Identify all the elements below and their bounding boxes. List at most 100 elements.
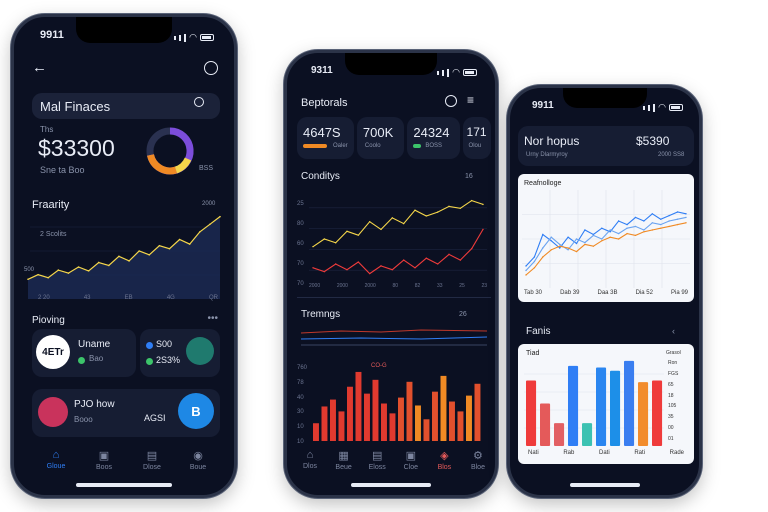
stat-label: BOSS (425, 143, 443, 149)
line-chart-title: Reafnolloge (524, 180, 562, 187)
card3-avatar (38, 397, 68, 427)
data-point (380, 228, 382, 231)
data-point (470, 199, 473, 202)
menu-icon[interactable]: ≡ (467, 93, 474, 107)
clock-icon[interactable] (204, 61, 218, 75)
data-point (459, 259, 462, 261)
x-tick: 33 (436, 283, 443, 289)
line-chart-badge: 16 (465, 173, 473, 180)
x-tick: Rati (634, 450, 645, 456)
data-point (584, 241, 586, 244)
card2-dot-green (146, 358, 153, 365)
x-tick: 2000 (309, 283, 321, 289)
home-indicator (76, 483, 172, 487)
bar (389, 413, 396, 441)
data-point (357, 261, 360, 263)
card2-line2: 2S3% (156, 355, 181, 365)
data-point (651, 229, 654, 231)
data-point (128, 260, 130, 262)
line-chart-title: Conditys (301, 171, 340, 182)
data-point (634, 234, 637, 237)
status-time: 9311 (311, 65, 333, 76)
tab-4[interactable]: ▣ Cloe (396, 449, 426, 471)
bar (372, 379, 379, 441)
data-point (567, 249, 569, 251)
data-point (626, 227, 628, 229)
tab-3[interactable]: ▤ Dlose (134, 449, 170, 471)
stat-card[interactable]: 171 Olou (462, 117, 491, 159)
chevron-right-icon[interactable]: ‹ (672, 326, 675, 336)
trend-lines (301, 329, 487, 346)
header-sub-right: 2000 SS8 (658, 152, 685, 158)
x-tick: Rade (669, 450, 684, 456)
data-point (575, 242, 578, 245)
battery-icon (669, 104, 683, 111)
y-tick: 00 (668, 425, 674, 432)
data-point (533, 256, 536, 258)
x-tick: 2 20 (38, 295, 50, 301)
trends-badge: 26 (459, 311, 467, 318)
data-point (617, 232, 620, 235)
balance-label: Ths (40, 125, 54, 134)
tab-3[interactable]: ▤ Eloss (362, 449, 392, 471)
data-point (676, 218, 679, 220)
bar (526, 380, 537, 446)
data-point (685, 216, 687, 219)
back-arrow-icon[interactable]: ← (32, 59, 47, 76)
card2-dot-blue (146, 342, 153, 349)
line-chart-axis: 25 80 60 70 70 (297, 201, 304, 287)
tab-1[interactable]: ⌂ Dlos (295, 449, 325, 471)
home-icon: ⌂ (306, 449, 314, 461)
data-point (643, 220, 645, 222)
y-tick: 65 (668, 381, 674, 388)
x-tick: QR (208, 295, 218, 301)
wifi-icon: ◠ (452, 67, 460, 77)
ring-label: BSS (199, 165, 214, 172)
stat-card[interactable]: 4647S Oaler (297, 117, 354, 159)
home-icon: ⌂ (52, 449, 60, 461)
tab-2[interactable]: ▣ Boos (86, 449, 122, 471)
data-point (651, 213, 654, 215)
data-point (391, 217, 394, 219)
card2-line1: S00 (156, 339, 173, 349)
data-point (542, 247, 544, 249)
y-tick: 10 (297, 438, 304, 445)
data-point (459, 207, 462, 209)
profile-icon: ◉ (193, 450, 203, 462)
tab-2[interactable]: ▦ Beue (329, 449, 359, 471)
stat-value: 4647S (303, 125, 341, 140)
search-icon[interactable] (194, 97, 204, 107)
tab-1[interactable]: ⌂ Gloue (38, 449, 74, 470)
bar (338, 411, 345, 441)
grid-icon: ▦ (338, 450, 349, 462)
bars-title: Fanis (526, 326, 551, 337)
bar (364, 393, 370, 441)
data-point (525, 265, 527, 267)
bar (540, 403, 551, 446)
card1-sub: Bao (89, 354, 104, 363)
bar-chart-axis: 760 78 40 30 10 10 (297, 365, 307, 445)
data-point (368, 221, 371, 223)
more-icon[interactable]: ••• (207, 313, 218, 324)
x-tick: Pia 99 (670, 290, 688, 296)
data-point (312, 245, 314, 248)
area-fill (28, 216, 220, 299)
tab-label: Blos (437, 464, 452, 471)
balance-value: $33300 (38, 135, 115, 161)
y-tick: 105 (668, 403, 677, 410)
tab-4[interactable]: ◉ Boue (180, 449, 216, 471)
data-point (402, 259, 405, 261)
settings-icon: ⚙ (473, 450, 483, 462)
data-point (660, 218, 662, 220)
data-point (643, 231, 645, 233)
data-point (567, 247, 569, 249)
card1-title: Uname (78, 339, 111, 350)
stat-card[interactable]: 700K Coolo (356, 117, 405, 159)
tab-5[interactable]: ◈ Blos (429, 449, 459, 471)
tab-6[interactable]: ⚙ Bloe (463, 449, 493, 471)
stat-card[interactable]: 24324 BOSS (407, 117, 460, 159)
data-point (312, 267, 314, 269)
timer-icon[interactable] (445, 95, 457, 107)
y-tick: 25 (297, 201, 304, 207)
bar (596, 367, 607, 446)
